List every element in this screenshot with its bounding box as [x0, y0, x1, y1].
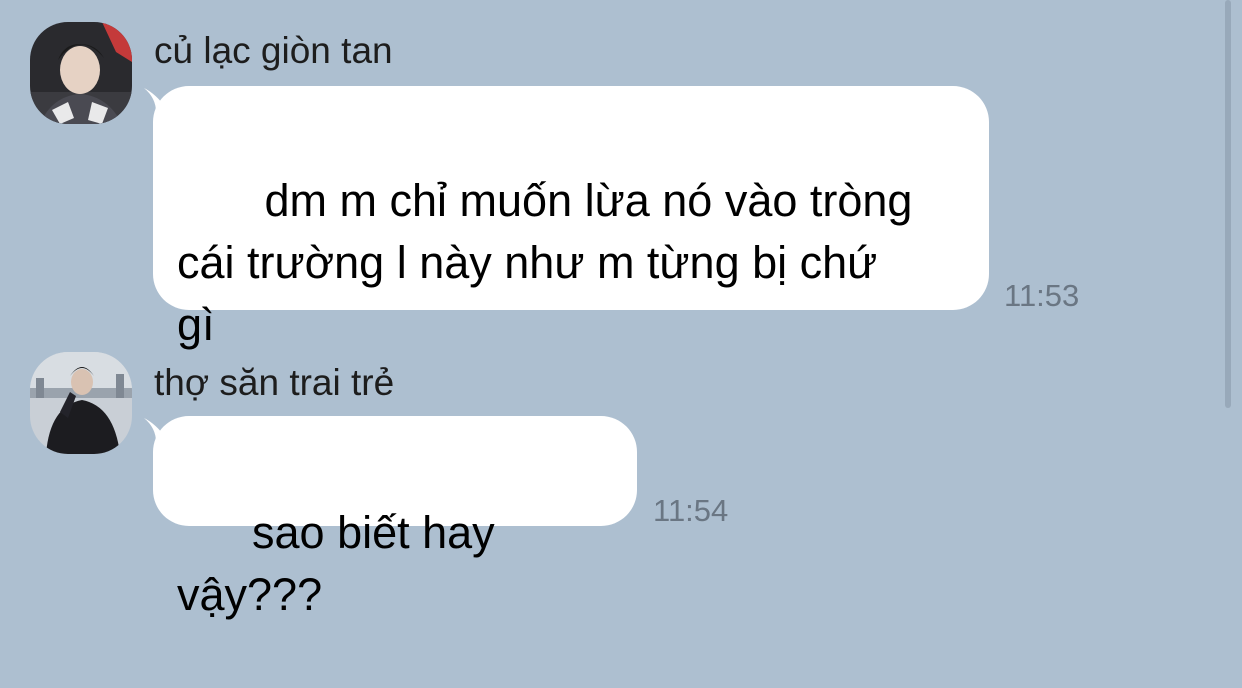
message-bubble[interactable]: sao biết hay vậy??? — [153, 416, 637, 620]
message-bubble[interactable]: dm m chỉ muốn lừa nó vào tròng cái trườn… — [153, 86, 989, 350]
sender-avatar[interactable] — [30, 22, 132, 124]
message-group: củ lạc giòn tan dm m chỉ muốn lừa nó vào… — [0, 0, 1200, 350]
message-time: 11:53 — [1004, 278, 1080, 313]
sender-name: củ lạc giòn tan — [154, 30, 393, 71]
avatar-photo-icon — [30, 352, 132, 454]
sender-name: thợ săn trai trẻ — [154, 362, 395, 403]
message-text: dm m chỉ muốn lừa nó vào tròng cái trườn… — [177, 175, 913, 350]
scrollbar[interactable] — [1225, 0, 1231, 408]
message-group: thợ săn trai trẻ sao biết hay vậy??? 11:… — [0, 330, 1200, 620]
avatar-photo-icon — [30, 22, 132, 124]
sender-avatar[interactable] — [30, 352, 132, 454]
message-time: 11:54 — [653, 493, 729, 528]
